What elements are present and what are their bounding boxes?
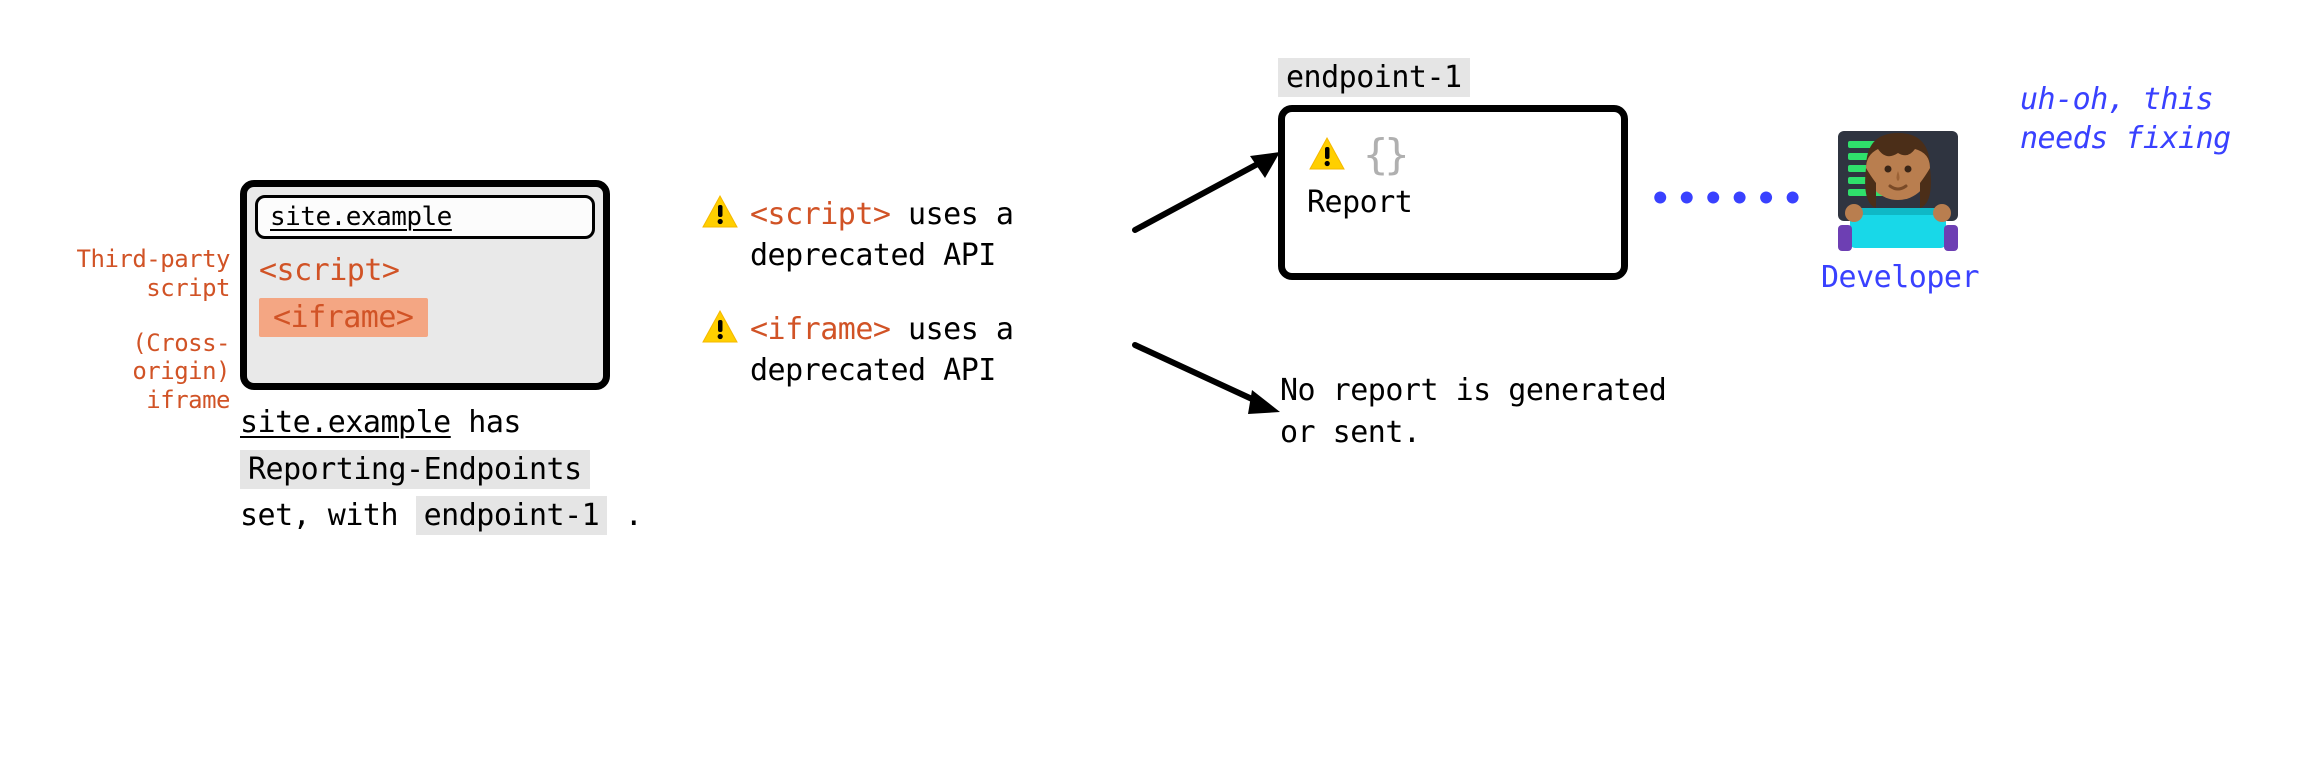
endpoint-label: endpoint-1 bbox=[1278, 60, 1470, 95]
caption-site: site.example bbox=[240, 405, 451, 440]
dots-connector: •••••• bbox=[1650, 179, 1809, 219]
browser-window: site.example <script> <iframe> bbox=[240, 180, 610, 390]
caption-header: Reporting-Endpoints bbox=[240, 450, 590, 489]
third-party-script-label: Third-party script bbox=[50, 245, 230, 303]
cross-origin-iframe-label: (Cross-origin) iframe bbox=[50, 329, 230, 415]
developer-emoji bbox=[1812, 113, 1982, 253]
caption-t3: . bbox=[607, 498, 642, 533]
url-text: site.example bbox=[270, 202, 452, 232]
msg2-tag: <iframe> bbox=[750, 312, 891, 347]
developer-quote: uh-oh, this needs fixing bbox=[2020, 80, 2260, 158]
caption-t2: set, with bbox=[240, 498, 416, 533]
iframe-tag: <iframe> bbox=[259, 298, 428, 337]
warning-icon bbox=[700, 308, 740, 348]
message-script-deprecated: <script> uses a deprecated API bbox=[700, 195, 1160, 276]
caption-endpoint: endpoint-1 bbox=[416, 496, 608, 535]
script-row: <script> bbox=[255, 247, 595, 294]
iframe-row: <iframe> bbox=[255, 294, 595, 341]
endpoint-box: {} Report bbox=[1278, 105, 1628, 280]
arrow-to-endpoint bbox=[1130, 140, 1290, 240]
msg1-text: <script> uses a deprecated API bbox=[750, 195, 1130, 276]
endpoint-label-text: endpoint-1 bbox=[1278, 58, 1470, 97]
left-annotations: Third-party script (Cross-origin) iframe bbox=[50, 245, 230, 441]
braces-icon: {} bbox=[1363, 130, 1406, 179]
developer-label: Developer bbox=[1780, 260, 2020, 295]
report-icon-row: {} bbox=[1307, 130, 1599, 179]
msg1-tag: <script> bbox=[750, 197, 891, 232]
no-report-text: No report is generated or sent. bbox=[1280, 370, 1680, 454]
report-text: Report bbox=[1307, 185, 1599, 220]
arrow-to-noreport bbox=[1130, 330, 1290, 430]
browser-caption: site.example has Reporting-Endpoints set… bbox=[240, 400, 710, 540]
message-iframe-deprecated: <iframe> uses a deprecated API bbox=[700, 310, 1160, 391]
warning-icon bbox=[700, 193, 740, 233]
url-bar: site.example bbox=[255, 195, 595, 239]
msg2-text: <iframe> uses a deprecated API bbox=[750, 310, 1130, 391]
warning-icon bbox=[1307, 135, 1347, 175]
caption-t1: has bbox=[451, 405, 521, 440]
